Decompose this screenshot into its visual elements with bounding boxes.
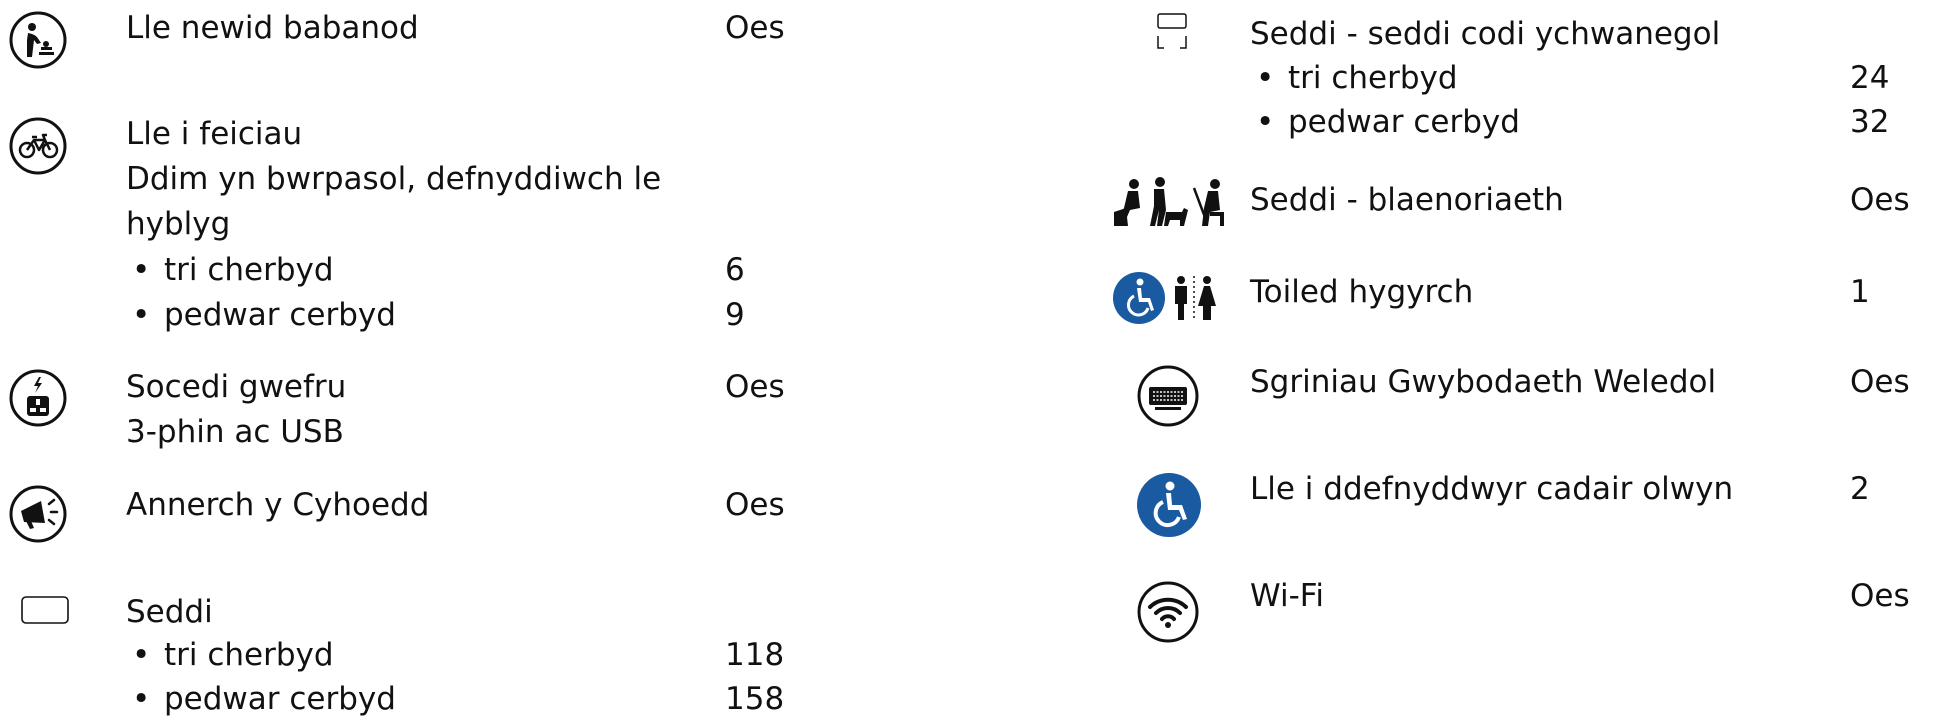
sockets-value: Oes [725, 369, 785, 405]
bicycle-item-value: 9 [725, 297, 745, 333]
sockets-desc: 3-phin ac USB [126, 414, 344, 450]
wheelchair-value: 2 [1850, 471, 1870, 507]
screens-label: Sgriniau Gwybodaeth Weledol [1250, 364, 1717, 400]
wifi-icon [1137, 581, 1199, 643]
bicycle-desc-line1: Ddim yn bwrpasol, defnyddiwch le [126, 161, 662, 197]
sockets-label: Socedi gwefru [126, 369, 347, 405]
bullet: • [1256, 60, 1275, 96]
wifi-label: Wi-Fi [1250, 578, 1324, 614]
bullet: • [1256, 104, 1275, 140]
tipup-item-label: pedwar cerbyd [1288, 104, 1520, 140]
bicycle-item-label: tri cherbyd [164, 252, 334, 288]
priority-value: Oes [1850, 182, 1910, 218]
tip-up-seat-icon [1157, 13, 1187, 49]
baby-change-value: Oes [725, 10, 785, 46]
pa-value: Oes [725, 487, 785, 523]
bicycle-item-label: pedwar cerbyd [164, 297, 396, 333]
tipup-item-value: 32 [1850, 104, 1890, 140]
bicycle-item-value: 6 [725, 252, 745, 288]
tipup-item-label: tri cherbyd [1288, 60, 1458, 96]
screens-value: Oes [1850, 364, 1910, 400]
bicycle-label: Lle i feiciau [126, 116, 303, 152]
seats-item-label: tri cherbyd [164, 637, 334, 673]
bullet: • [132, 681, 151, 717]
info-screen-icon [1137, 365, 1199, 427]
megaphone-icon [9, 485, 67, 543]
tipup-label: Seddi - seddi codi ychwanegol [1250, 16, 1721, 52]
seats-item-label: pedwar cerbyd [164, 681, 396, 717]
baby-change-icon [9, 11, 67, 69]
wheelchair-label: Lle i ddefnyddwyr cadair olwyn [1250, 471, 1734, 507]
bullet: • [132, 637, 151, 673]
priority-seat-icon [1114, 177, 1224, 226]
seat-icon [21, 596, 69, 624]
seats-item-value: 158 [725, 681, 785, 717]
baby-change-label: Lle newid babanod [126, 10, 419, 46]
tipup-item-value: 24 [1850, 60, 1890, 96]
plug-socket-icon [9, 369, 67, 427]
wifi-value: Oes [1850, 578, 1910, 614]
priority-label: Seddi - blaenoriaeth [1250, 182, 1564, 218]
seats-item-value: 118 [725, 637, 785, 673]
toilet-label: Toiled hygyrch [1250, 274, 1474, 310]
bicycle-icon [9, 117, 67, 175]
toilet-value: 1 [1850, 274, 1870, 310]
wheelchair-icon [1137, 473, 1201, 537]
bullet: • [132, 252, 151, 288]
seats-label: Seddi [126, 594, 213, 630]
accessible-toilet-icon [1113, 272, 1216, 324]
bullet: • [132, 297, 151, 333]
bicycle-desc-line2: hyblyg [126, 206, 231, 242]
pa-label: Annerch y Cyhoedd [126, 487, 430, 523]
